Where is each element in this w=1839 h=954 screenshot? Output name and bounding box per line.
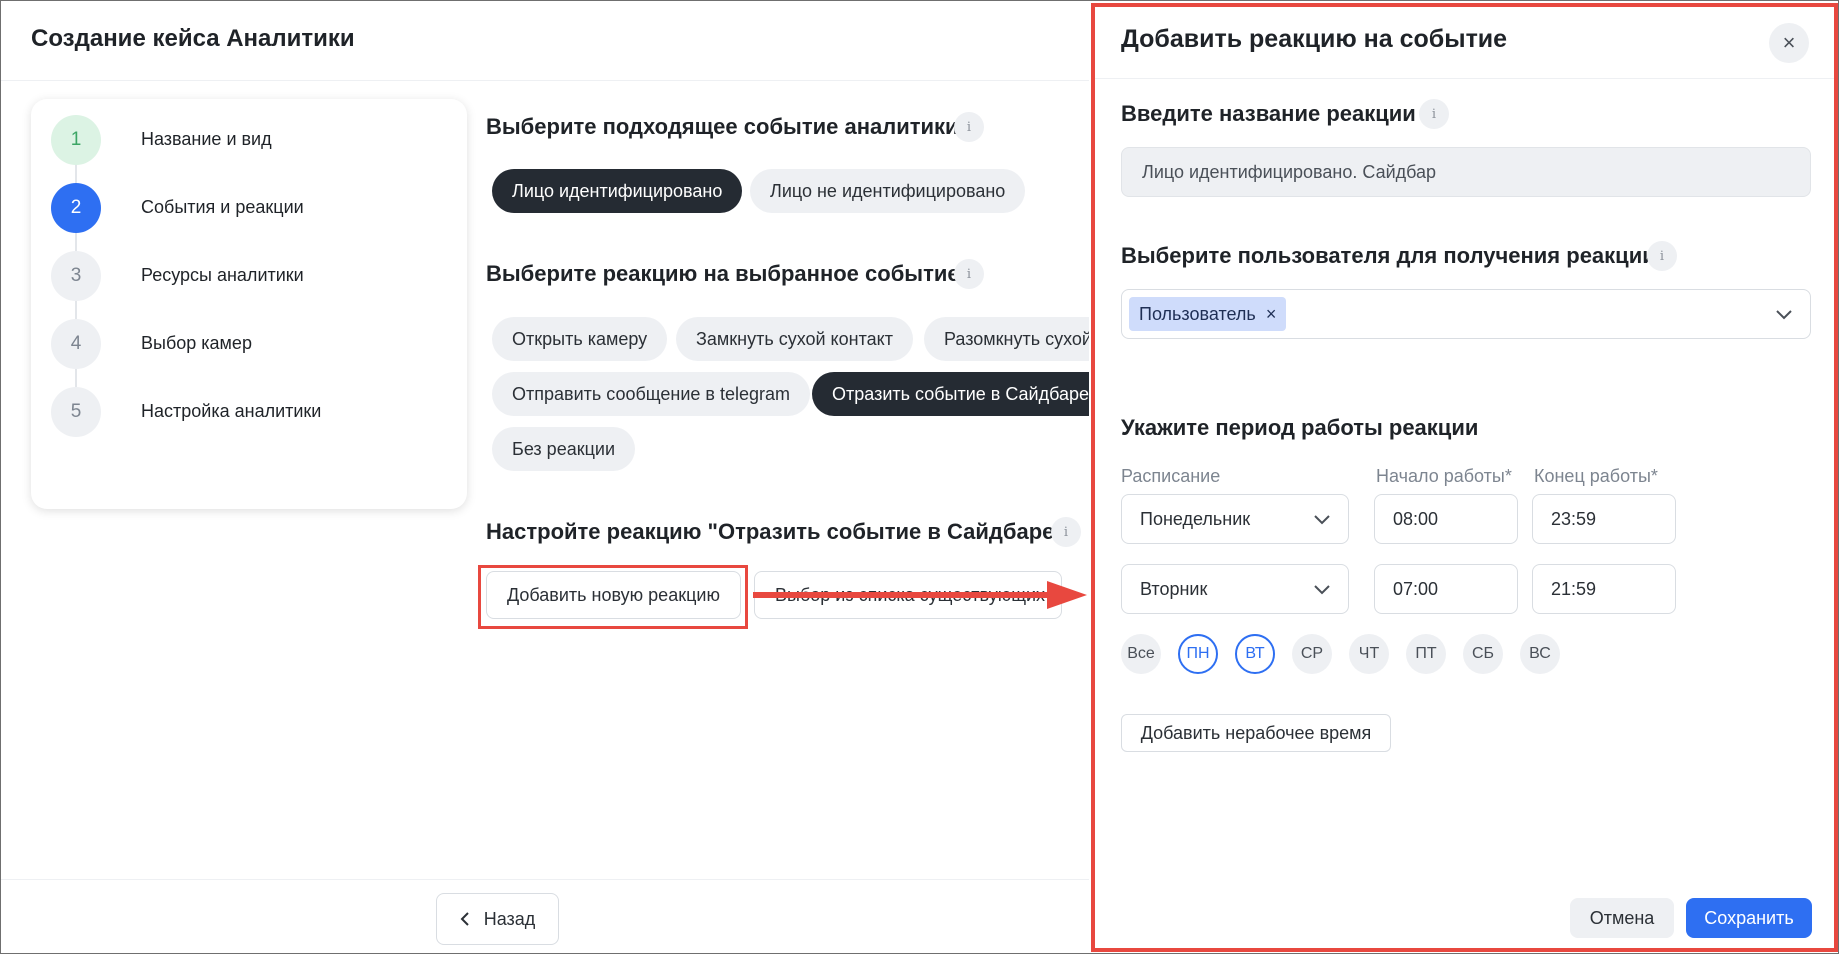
- day-select-value: Понедельник: [1140, 508, 1251, 529]
- info-icon[interactable]: i: [1647, 241, 1677, 271]
- page-title: Создание кейса Аналитики: [31, 25, 355, 52]
- day-toggle-tue[interactable]: ВТ: [1235, 634, 1275, 674]
- day-toggle-mon[interactable]: ПН: [1178, 634, 1218, 674]
- app-frame: Создание кейса Аналитики 1 Название и ви…: [0, 0, 1839, 954]
- start-time-input[interactable]: 07:00: [1374, 564, 1518, 614]
- cancel-button[interactable]: Отмена: [1570, 898, 1674, 938]
- page-header: Создание кейса Аналитики: [1, 1, 1089, 81]
- drawer-title: Добавить реакцию на событие: [1121, 25, 1508, 53]
- info-icon[interactable]: i: [1051, 517, 1081, 547]
- add-reaction-drawer: Добавить реакцию на событие × Введите на…: [1091, 3, 1838, 952]
- step-number: 2: [51, 183, 101, 233]
- event-chip-identified[interactable]: Лицо идентифицировано: [492, 169, 743, 213]
- start-label: Начало работы*: [1376, 466, 1512, 486]
- arrow-annotation: [753, 581, 1087, 609]
- step-label: Выбор камер: [141, 333, 252, 353]
- back-label: Назад: [483, 908, 536, 929]
- info-icon[interactable]: i: [954, 112, 984, 142]
- step-number: 4: [51, 319, 101, 369]
- reaction-chip-none[interactable]: Без реакции: [492, 427, 636, 471]
- period-title: Укажите период работы реакции: [1121, 415, 1479, 440]
- reaction-chip-sidebar[interactable]: Отразить событие в Сайдбаре: [812, 372, 1089, 416]
- day-toggle-sat[interactable]: СБ: [1463, 634, 1503, 674]
- chevron-down-icon: [1776, 310, 1792, 320]
- step-1[interactable]: 1 Название и вид: [51, 115, 431, 165]
- reaction-name-title: Введите название реакции: [1121, 101, 1416, 126]
- info-icon[interactable]: i: [1419, 99, 1449, 129]
- step-label: Название и вид: [141, 129, 272, 149]
- save-button[interactable]: Сохранить: [1686, 898, 1812, 938]
- close-button[interactable]: ×: [1769, 23, 1809, 63]
- chevron-left-icon: [460, 912, 469, 926]
- day-toggle-fri[interactable]: ПТ: [1406, 634, 1446, 674]
- user-tag-label: Пользователь: [1139, 303, 1256, 324]
- day-toggle-wed[interactable]: СР: [1292, 634, 1332, 674]
- drawer-header: Добавить реакцию на событие ×: [1095, 7, 1834, 79]
- step-2[interactable]: 2 События и реакции: [51, 183, 431, 233]
- step-3[interactable]: 3 Ресурсы аналитики: [51, 251, 431, 301]
- end-label: Конец работы*: [1534, 466, 1658, 486]
- reaction-name-input[interactable]: Лицо идентифицировано. Сайдбар: [1121, 147, 1811, 197]
- chevron-down-icon: [1314, 585, 1330, 595]
- step-number: 1: [51, 115, 101, 165]
- step-label: Ресурсы аналитики: [141, 265, 304, 285]
- reaction-chip-telegram[interactable]: Отправить сообщение в telegram: [492, 372, 811, 416]
- step-label: События и реакции: [141, 197, 304, 217]
- user-select[interactable]: Пользователь ×: [1121, 289, 1811, 339]
- reaction-chip-open-camera[interactable]: Открыть камеру: [492, 317, 668, 361]
- schedule-label: Расписание: [1121, 466, 1221, 486]
- step-number: 5: [51, 387, 101, 437]
- day-toggle-all[interactable]: Все: [1121, 634, 1161, 674]
- step-number: 3: [51, 251, 101, 301]
- chevron-down-icon: [1314, 515, 1330, 525]
- add-nonworking-time-button[interactable]: Добавить нерабочее время: [1121, 714, 1391, 752]
- start-time-input[interactable]: 08:00: [1374, 494, 1518, 544]
- day-toggle-thu[interactable]: ЧТ: [1349, 634, 1389, 674]
- step-5[interactable]: 5 Настройка аналитики: [51, 387, 431, 437]
- close-icon: ×: [1782, 30, 1796, 55]
- day-select-value: Вторник: [1140, 578, 1208, 599]
- reaction-chip-open-contact[interactable]: Разомкнуть сухой контакт: [924, 317, 1089, 361]
- step-4[interactable]: 4 Выбор камер: [51, 319, 431, 369]
- highlight-box: [478, 565, 748, 629]
- end-time-input[interactable]: 21:59: [1532, 564, 1676, 614]
- events-title: Выберите подходящее событие аналитики: [486, 114, 959, 139]
- step-label: Настройка аналитики: [141, 401, 322, 421]
- remove-tag-icon[interactable]: ×: [1266, 304, 1277, 325]
- info-icon[interactable]: i: [954, 259, 984, 289]
- reaction-chip-close-contact[interactable]: Замкнуть сухой контакт: [676, 317, 913, 361]
- end-time-input[interactable]: 23:59: [1532, 494, 1676, 544]
- day-select-tuesday[interactable]: Вторник: [1121, 564, 1349, 614]
- day-select-monday[interactable]: Понедельник: [1121, 494, 1349, 544]
- user-tag: Пользователь ×: [1129, 297, 1287, 331]
- day-toggle-sun[interactable]: ВС: [1520, 634, 1560, 674]
- event-chip-not-identified[interactable]: Лицо не идентифицировано: [750, 169, 1026, 213]
- stepper: 1 Название и вид 2 События и реакции 3 Р…: [31, 99, 467, 509]
- reactions-title: Выберите реакцию на выбранное событие: [486, 261, 960, 286]
- back-button[interactable]: Назад: [436, 893, 559, 945]
- user-title: Выберите пользователя для получения реак…: [1121, 243, 1656, 268]
- configure-title: Настройте реакцию "Отразить событие в Са…: [486, 519, 1065, 544]
